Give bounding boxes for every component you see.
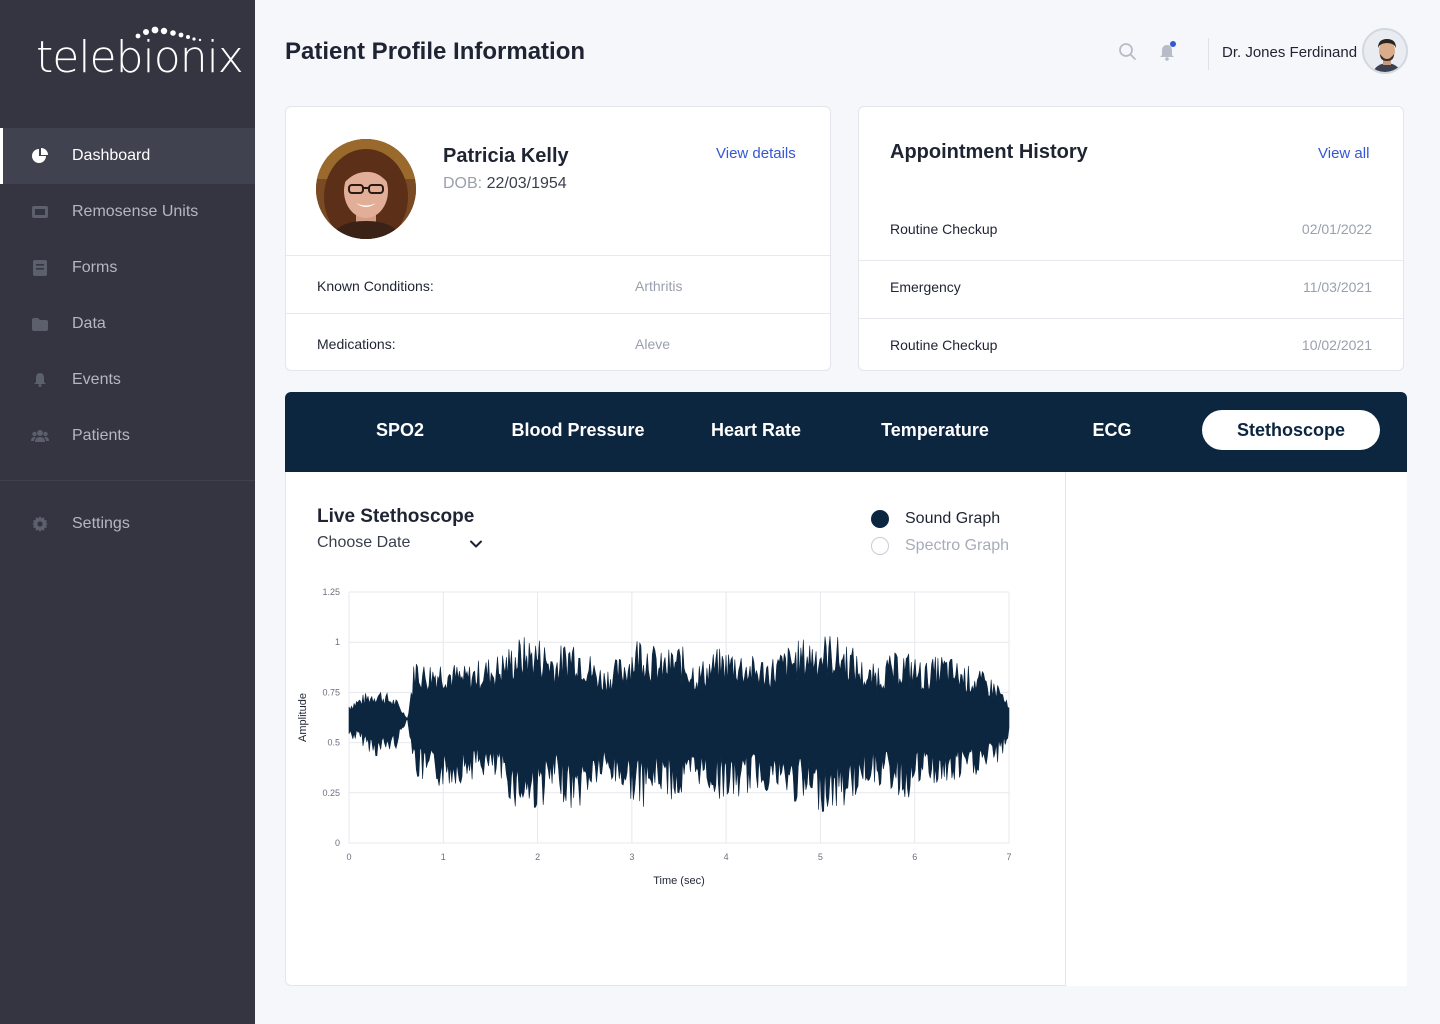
appointment-type: Routine Checkup [890, 337, 998, 353]
x-axis-label: Time (sec) [653, 875, 705, 887]
bell-icon [31, 371, 49, 389]
document-icon [31, 259, 49, 277]
sidebar-item-events[interactable]: Events [0, 352, 255, 408]
y-tick-label: 0 [335, 838, 340, 848]
appointment-row[interactable]: Routine Checkup 02/01/2022 [859, 204, 1403, 262]
user-name[interactable]: Dr. Jones Ferdinand [1222, 44, 1357, 61]
sidebar-item-data[interactable]: Data [0, 296, 255, 352]
patient-name: Patricia Kelly [443, 145, 569, 167]
appointment-history-card: Appointment History View all Routine Che… [858, 106, 1404, 371]
header-divider [1208, 38, 1209, 70]
sidebar-item-label: Data [72, 315, 106, 332]
sidebar-item-forms[interactable]: Forms [0, 240, 255, 296]
users-icon [31, 427, 49, 445]
appointment-date: 11/03/2021 [1302, 279, 1372, 295]
sidebar-item-label: Dashboard [72, 147, 151, 164]
tab-stethoscope[interactable]: Stethoscope [1202, 410, 1380, 450]
x-tick-label: 6 [912, 852, 917, 862]
stethoscope-sound-chart: 0 1 2 3 4 5 6 7 0 0.25 0.5 0.75 1 1.25 Time (sec) Ampli… [297, 587, 1012, 887]
x-tick-label: 4 [724, 852, 729, 862]
chart-title: Live Stethoscope [317, 506, 475, 527]
dob-value: 22/03/1954 [486, 175, 567, 192]
tab-heart-rate[interactable]: Heart Rate [691, 410, 821, 450]
appointment-date: 10/02/2021 [1301, 337, 1372, 353]
sound-graph-radio[interactable]: Sound Graph [871, 508, 1000, 530]
telebionix-logo[interactable]: telebionix [36, 26, 244, 83]
view-all-link[interactable]: View all [1318, 145, 1369, 162]
sidebar-item-patients[interactable]: Patients [0, 408, 255, 464]
search-icon[interactable] [1118, 42, 1138, 62]
device-icon [31, 203, 49, 221]
x-tick-label: 7 [1006, 852, 1011, 862]
folder-icon [31, 315, 49, 333]
appointment-row[interactable]: Emergency 11/03/2021 [859, 262, 1403, 320]
divider [286, 255, 830, 256]
avatar[interactable] [1362, 28, 1408, 74]
sidebar-divider [0, 480, 255, 481]
medications-label: Medications: [317, 336, 396, 352]
x-tick-label: 1 [441, 852, 446, 862]
pie-chart-icon [31, 147, 49, 165]
sidebar-item-remosense-units[interactable]: Remosense Units [0, 184, 255, 240]
x-tick-label: 5 [818, 852, 823, 862]
appointment-type: Emergency [890, 279, 961, 295]
tab-temperature[interactable]: Temperature [863, 410, 1007, 450]
x-tick-label: 2 [535, 852, 540, 862]
right-panel [1066, 472, 1407, 986]
view-details-link[interactable]: View details [716, 145, 796, 162]
y-tick-label: 0.25 [322, 788, 340, 798]
notification-bell-icon[interactable] [1158, 40, 1180, 64]
medications-value: Aleve [635, 336, 671, 352]
date-select-label: Choose Date [317, 534, 411, 551]
sidebar-item-label: Forms [72, 259, 118, 276]
live-stethoscope-panel: Live Stethoscope Choose Date Sound Graph… [285, 472, 1066, 986]
radio-label: Spectro Graph [905, 537, 1010, 554]
sidebar-item-settings[interactable]: Settings [0, 496, 255, 552]
x-tick-label: 3 [629, 852, 634, 862]
divider [286, 313, 830, 314]
y-tick-label: 0.5 [327, 738, 340, 748]
y-tick-label: 1.25 [322, 587, 340, 597]
patient-dob: DOB: 22/03/1954 [443, 175, 567, 193]
appointment-history-title: Appointment History [890, 141, 1088, 163]
radio-selected-icon [871, 510, 889, 528]
known-conditions-value: Arthritis [635, 278, 683, 294]
y-tick-label: 1 [335, 637, 340, 647]
vitals-tab-bar: SPO2 Blood Pressure Heart Rate Temperatu… [285, 392, 1407, 472]
spectro-graph-radio[interactable]: Spectro Graph [871, 535, 1009, 557]
page-title: Patient Profile Information [285, 38, 586, 65]
patient-avatar [316, 139, 416, 239]
y-axis-label: Amplitude [297, 693, 309, 742]
logo-text: telebionix [36, 32, 244, 83]
gear-icon [31, 515, 49, 533]
sidebar-item-label: Events [72, 371, 121, 388]
appointment-type: Routine Checkup [890, 221, 998, 237]
sidebar-item-label: Patients [72, 427, 130, 444]
radio-unselected-icon [871, 537, 889, 555]
patient-profile-card: Patricia Kelly DOB: 22/03/1954 View deta… [285, 106, 831, 371]
appointment-date: 02/01/2022 [1301, 221, 1372, 237]
tab-spo2[interactable]: SPO2 [345, 410, 455, 450]
divider [859, 260, 1403, 261]
chevron-down-icon [470, 540, 482, 548]
sidebar: telebionix Dashboard Remosense Units For… [0, 0, 255, 1024]
known-conditions-label: Known Conditions: [317, 278, 434, 294]
radio-label: Sound Graph [905, 510, 1001, 527]
tab-ecg[interactable]: ECG [1067, 410, 1157, 450]
waveform-series [348, 636, 1010, 812]
appointment-row[interactable]: Routine Checkup 10/02/2021 [859, 320, 1403, 370]
sidebar-item-label: Settings [72, 515, 130, 532]
x-tick-label: 0 [346, 852, 351, 862]
divider [859, 318, 1403, 319]
sidebar-item-dashboard[interactable]: Dashboard [0, 128, 255, 184]
sidebar-item-label: Remosense Units [72, 203, 199, 220]
y-tick-label: 0.75 [322, 687, 340, 697]
dob-label: DOB: [443, 175, 483, 192]
date-select[interactable]: Choose Date [317, 534, 483, 556]
tab-blood-pressure[interactable]: Blood Pressure [499, 410, 657, 450]
